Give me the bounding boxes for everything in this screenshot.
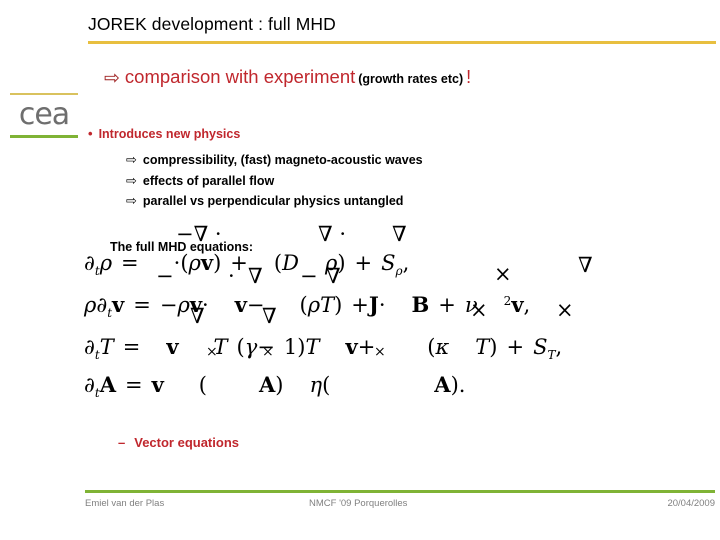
subtitle-exclamation: ! — [466, 67, 472, 87]
stray-operator-glyph: ∇ — [578, 253, 593, 277]
footer-date: 20/04/2009 — [667, 498, 715, 509]
footer-author: Emiel van der Plas — [85, 498, 165, 509]
bullet-sublist: ⇨ compressibility, (fast) magneto-acousti… — [126, 150, 423, 212]
logo-wordmark: cea — [18, 97, 70, 132]
equation-temperature: ∂tT = v T (γ− 1)T v+ (κ T) + ST, — [84, 334, 563, 362]
list-item-label: parallel vs perpendicular physics untang… — [142, 194, 404, 208]
right-arrow-icon: ⇨ — [126, 193, 137, 208]
subtitle-paren-text: (growth rates etc) — [358, 72, 464, 86]
logo-rule-bottom — [10, 135, 78, 138]
stray-operator-glyph: ∇ — [326, 264, 341, 288]
list-item: ⇨ compressibility, (fast) magneto-acousti… — [126, 150, 423, 171]
equations-caption: The full MHD equations: — [110, 240, 254, 254]
subtitle-line: ⇨ comparison with experiment (growth rates… — [104, 66, 471, 90]
stray-operator-glyph: ∇ — [392, 222, 407, 246]
footer-event: NMCF '09 Porquerolles — [309, 498, 408, 509]
subtitle-main-text: comparison with experiment — [124, 66, 356, 87]
right-arrow-icon: ⇨ — [104, 68, 120, 89]
list-item: ⇨ effects of parallel flow — [126, 171, 423, 192]
stray-operator-glyph: ∇ — [190, 304, 205, 328]
right-arrow-icon: ⇨ — [126, 172, 137, 188]
stray-operator-glyph: × — [556, 298, 574, 322]
stray-operator-glyph: × — [494, 262, 512, 286]
bullet-level1-label: Introduces new physics — [98, 127, 241, 141]
stray-operator-glyph: × — [206, 344, 218, 360]
stray-operator-glyph: ∇ · — [318, 222, 347, 246]
bullet-dot-icon: • — [88, 126, 93, 141]
footer: Emiel van der Plas NMCF '09 Porquerolles… — [85, 498, 715, 514]
page-title: JOREK development : full MHD — [88, 14, 336, 34]
stray-operator-glyph: ∇ — [248, 264, 263, 288]
title-underline-rule — [88, 41, 716, 44]
stray-operator-glyph: × — [470, 298, 488, 322]
dash-marker: – — [118, 435, 126, 450]
equation-momentum: ρ∂tv = −ρv· v− (ρT) +J· B + ν 2v, — [84, 292, 531, 320]
cea-logo: cea — [10, 93, 78, 138]
list-item: ⇨ parallel vs perpendicular physics untan… — [126, 191, 423, 212]
dash-list-item-label: Vector equations — [134, 435, 239, 450]
equation-induction: ∂tA = v(A) η(A). — [84, 372, 466, 400]
stray-operator-glyph: × — [374, 344, 386, 360]
stray-operator-glyph: × — [262, 344, 274, 360]
stray-operator-glyph: − — [300, 264, 318, 288]
stray-operator-glyph: − — [156, 264, 174, 288]
stray-operator-glyph: · — [228, 264, 235, 288]
stray-operator-glyph: ∇ — [262, 304, 277, 328]
footer-rule — [85, 490, 715, 493]
bullet-level1: • Introduces new physics — [88, 126, 240, 141]
right-arrow-icon: ⇨ — [126, 152, 137, 167]
equation-continuity: ∂tρ = ·(ρv) + (D ρ) + Sρ, — [84, 250, 410, 278]
dash-list-item: – Vector equations — [118, 435, 239, 450]
list-item-label: compressibility, (fast) magneto-acoustic… — [142, 153, 423, 167]
list-item-label: effects of parallel flow — [142, 173, 275, 188]
